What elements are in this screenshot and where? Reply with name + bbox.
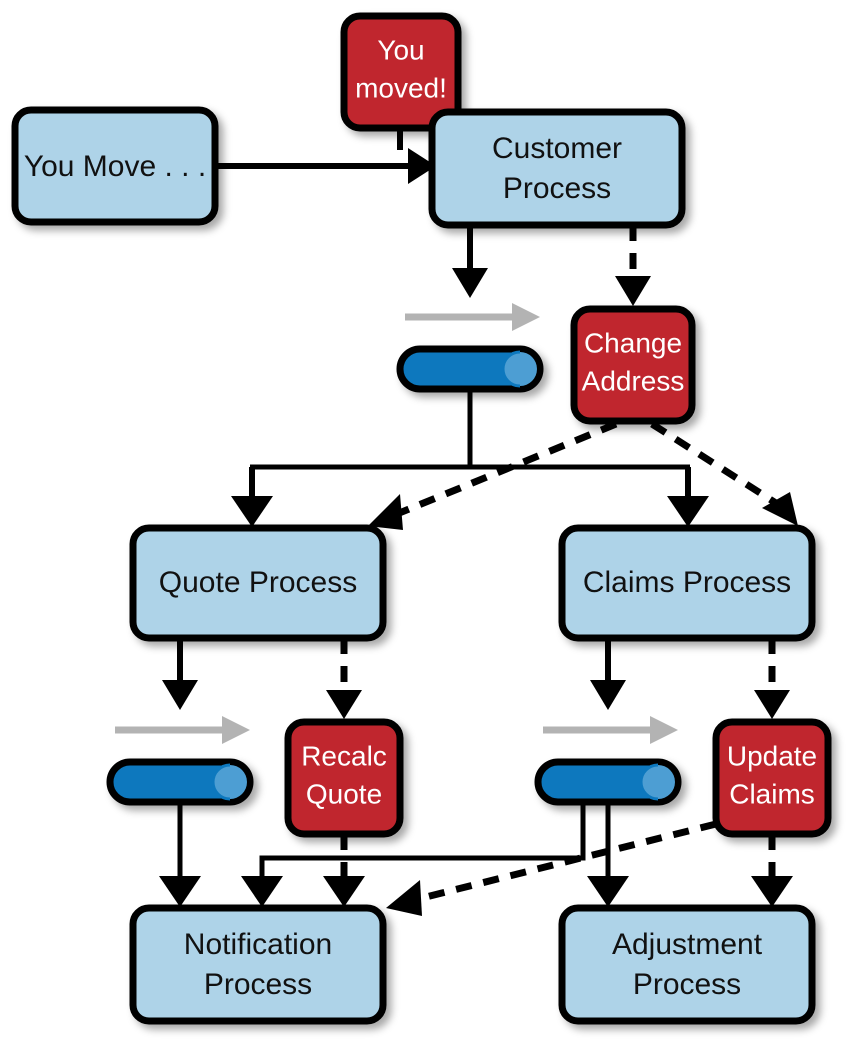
node-recalc-quote-label-line2: Quote bbox=[306, 778, 382, 809]
edge-update-claims-to-adjustment-process bbox=[751, 834, 793, 907]
node-quote-process[interactable]: Quote Process bbox=[129, 524, 387, 642]
queue-cylinder-icon bbox=[106, 758, 254, 806]
node-customer-process[interactable]: Customer Process bbox=[428, 108, 686, 229]
queue-direction-arrow-icon bbox=[543, 716, 678, 744]
edge-quote-process-to-queue-quote bbox=[162, 638, 198, 710]
edge-recalc-quote-to-notification-process bbox=[323, 834, 365, 907]
queue-claims bbox=[534, 716, 682, 806]
node-claims-process-label: Claims Process bbox=[583, 566, 791, 599]
process-flow-diagram: You Move . . . You moved! Customer Proce… bbox=[0, 0, 856, 1055]
edge-update-claims-to-notification-process bbox=[386, 820, 717, 916]
node-recalc-quote[interactable]: Recalc Quote bbox=[284, 718, 404, 838]
node-claims-process[interactable]: Claims Process bbox=[558, 524, 816, 642]
queue-quote bbox=[106, 716, 254, 806]
node-you-moved-label-line1: You bbox=[377, 34, 424, 65]
edge-queue-quote-to-notification-process bbox=[159, 803, 201, 907]
node-recalc-quote-label-line1: Recalc bbox=[301, 740, 387, 771]
node-customer-process-label-line2: Process bbox=[503, 172, 611, 205]
edge-customer-process-to-queue bbox=[452, 225, 488, 298]
node-change-address[interactable]: Change Address bbox=[570, 305, 696, 425]
edge-claims-process-to-queue-claims bbox=[590, 638, 626, 710]
queue-customer bbox=[396, 303, 544, 393]
edge-change-address-to-claims-process bbox=[650, 421, 798, 526]
node-change-address-label-line1: Change bbox=[584, 327, 682, 358]
queue-direction-arrow-icon bbox=[115, 716, 250, 744]
node-update-claims-label-line2: Claims bbox=[729, 778, 815, 809]
edge-claims-process-to-update-claims bbox=[754, 638, 790, 719]
flow-canvas: You Move . . . You moved! Customer Proce… bbox=[11, 12, 832, 1025]
node-customer-process-label-line1: Customer bbox=[492, 132, 622, 165]
node-update-claims-label-line1: Update bbox=[727, 740, 817, 771]
queue-direction-arrow-icon bbox=[405, 303, 540, 331]
edge-layer bbox=[159, 128, 798, 916]
node-adjustment-process-label-line2: Process bbox=[633, 968, 741, 1001]
node-you-move-label: You Move . . . bbox=[24, 150, 206, 183]
node-notification-process[interactable]: Notification Process bbox=[129, 904, 387, 1025]
node-change-address-label-line2: Address bbox=[582, 365, 685, 396]
node-adjustment-process-label-line1: Adjustment bbox=[612, 928, 763, 961]
edge-customer-process-to-change-address bbox=[615, 225, 651, 306]
node-notification-process-label-line1: Notification bbox=[184, 928, 332, 961]
node-update-claims[interactable]: Update Claims bbox=[712, 718, 832, 838]
node-quote-process-label: Quote Process bbox=[159, 566, 357, 599]
edge-quote-process-to-recalc-quote bbox=[326, 638, 362, 719]
node-adjustment-process[interactable]: Adjustment Process bbox=[558, 904, 816, 1025]
edge-you-move-to-customer-process bbox=[215, 148, 436, 184]
queue-cylinder-icon bbox=[534, 758, 682, 806]
edge-change-address-to-quote-process bbox=[368, 420, 618, 530]
node-you-move[interactable]: You Move . . . bbox=[11, 106, 219, 226]
node-notification-process-label-line2: Process bbox=[204, 968, 312, 1001]
queue-cylinder-icon bbox=[396, 345, 544, 393]
node-you-moved-label-line2: moved! bbox=[355, 72, 447, 103]
